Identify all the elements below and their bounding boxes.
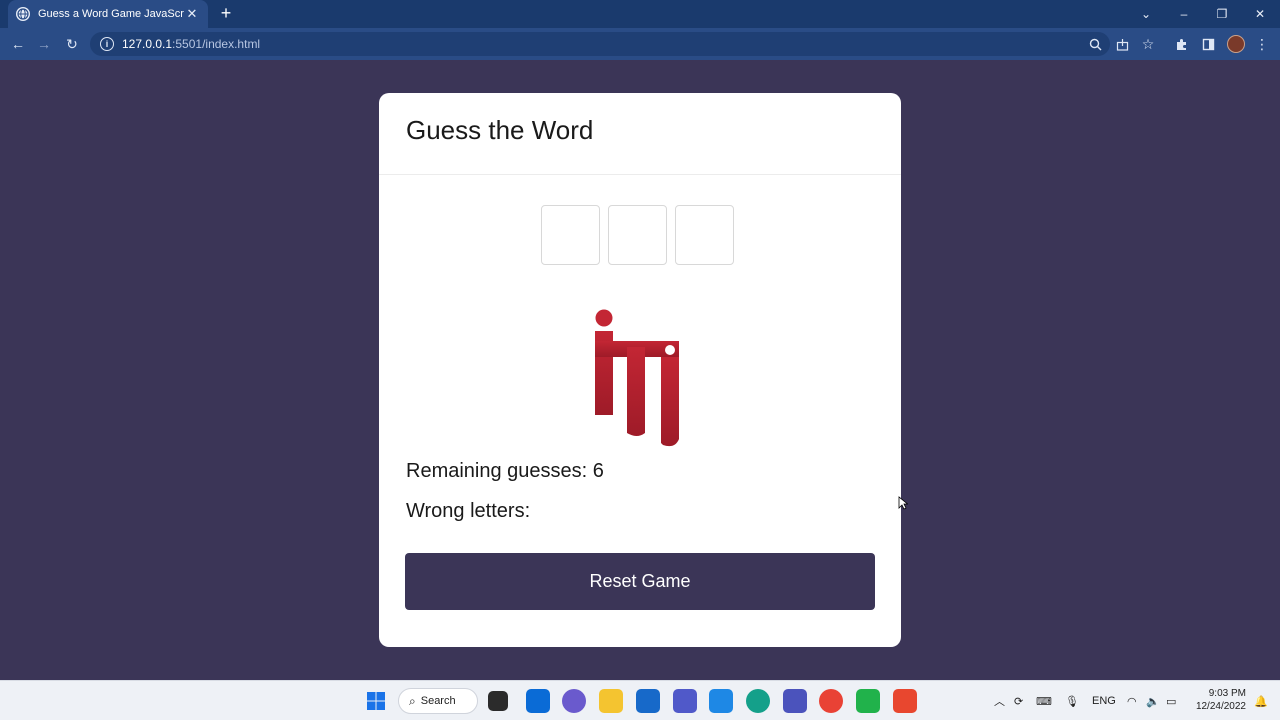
chat-icon[interactable] bbox=[562, 689, 586, 713]
app-red-icon[interactable] bbox=[893, 689, 917, 713]
clock-time: 9:03 PM bbox=[1208, 688, 1246, 699]
browser-toolbar: ← → ↻ i 127.0.0.1:5501/index.html ☆ ⋮ bbox=[0, 28, 1280, 60]
new-tab-button[interactable]: + bbox=[216, 4, 236, 24]
volume-icon[interactable]: 🔈 bbox=[1146, 681, 1160, 720]
widgets-icon[interactable] bbox=[526, 689, 550, 713]
side-panel-icon[interactable] bbox=[1200, 36, 1216, 52]
taskbar-search[interactable]: ⌕ Search bbox=[398, 688, 478, 714]
vscode-icon[interactable] bbox=[709, 689, 733, 713]
keyboard-icon[interactable]: ⌨ bbox=[1036, 681, 1052, 720]
forward-arrow-icon[interactable]: → bbox=[34, 34, 54, 54]
letter-slots bbox=[541, 205, 734, 265]
site-info-icon[interactable]: i bbox=[100, 37, 114, 51]
search-icon: ⌕ bbox=[409, 693, 416, 708]
clock[interactable]: 9:03 PM 12/24/2022 bbox=[1190, 687, 1246, 713]
globe-icon bbox=[16, 7, 30, 21]
close-window-button[interactable]: ✕ bbox=[1242, 0, 1278, 28]
edge-icon[interactable] bbox=[746, 689, 770, 713]
microphone-icon[interactable]: 🎙 bbox=[1065, 681, 1079, 720]
clock-date: 12/24/2022 bbox=[1195, 701, 1246, 712]
reload-icon[interactable]: ↻ bbox=[62, 34, 82, 54]
search-label: Search bbox=[420, 695, 456, 707]
iti-logo bbox=[595, 309, 679, 447]
store-icon[interactable] bbox=[636, 689, 660, 713]
wrong-letters: Wrong letters: bbox=[406, 500, 531, 522]
letter-slot[interactable] bbox=[541, 205, 600, 265]
url-path: :5501/index.html bbox=[172, 37, 261, 51]
logo-stem-t bbox=[627, 347, 645, 436]
back-arrow-icon[interactable]: ← bbox=[8, 34, 28, 54]
reset-game-button[interactable]: Reset Game bbox=[405, 553, 875, 610]
teams-icon[interactable] bbox=[673, 689, 697, 713]
zoom-icon[interactable] bbox=[1087, 36, 1103, 52]
remaining-guesses: Remaining guesses: 6 bbox=[406, 460, 604, 482]
minimize-button[interactable]: – bbox=[1166, 0, 1202, 28]
chrome-icon[interactable] bbox=[819, 689, 843, 713]
logo-dot-j bbox=[665, 345, 675, 355]
tab-close-icon[interactable]: ✕ bbox=[184, 6, 200, 22]
teams-work-icon[interactable] bbox=[783, 689, 807, 713]
sync-icon[interactable]: ⟳ bbox=[1014, 681, 1023, 720]
url-text: 127.0.0.1:5501/index.html bbox=[122, 37, 260, 51]
tray-chevron-icon[interactable]: ︿ bbox=[994, 681, 1005, 720]
browser-tab-bar: Guess a Word Game JavaScript | ✕ + ⌄ – ❐… bbox=[0, 0, 1280, 28]
tab-search-dropdown-icon[interactable]: ⌄ bbox=[1128, 0, 1164, 28]
bookmark-star-icon[interactable]: ☆ bbox=[1140, 36, 1156, 52]
menu-kebab-icon[interactable]: ⋮ bbox=[1254, 36, 1270, 52]
header-divider bbox=[379, 174, 901, 175]
windows-start-icon[interactable] bbox=[364, 689, 388, 713]
file-explorer-icon[interactable] bbox=[599, 689, 623, 713]
browser-tab-active[interactable]: Guess a Word Game JavaScript | ✕ bbox=[8, 0, 208, 28]
tab-title: Guess a Word Game JavaScript | bbox=[38, 8, 184, 20]
restore-button[interactable]: ❐ bbox=[1204, 0, 1240, 28]
wifi-icon[interactable]: ◠ bbox=[1127, 681, 1137, 720]
extensions-puzzle-icon[interactable] bbox=[1173, 36, 1189, 52]
os-taskbar: ⌕ Search ︿ ⟳ ⌨ 🎙 ENG ◠ 🔈 ▭ 9:03 PM 12/24… bbox=[0, 680, 1280, 720]
profile-avatar[interactable] bbox=[1227, 35, 1245, 53]
battery-icon[interactable]: ▭ bbox=[1166, 681, 1176, 720]
letter-slot[interactable] bbox=[608, 205, 667, 265]
notification-bell-icon[interactable]: 🔔 bbox=[1254, 681, 1268, 720]
page-title: Guess the Word bbox=[406, 115, 594, 145]
app-green-icon[interactable] bbox=[856, 689, 880, 713]
logo-stem-j bbox=[661, 357, 679, 447]
mouse-cursor-icon bbox=[898, 496, 908, 510]
task-view-icon[interactable] bbox=[488, 691, 508, 711]
logo-dot-i bbox=[595, 309, 613, 327]
game-card: Guess the Word Remaining guesses: 6 Wron… bbox=[379, 93, 901, 647]
share-icon[interactable] bbox=[1114, 36, 1130, 52]
letter-slot[interactable] bbox=[675, 205, 734, 265]
url-host: 127.0.0.1 bbox=[122, 37, 173, 51]
address-bar[interactable]: i 127.0.0.1:5501/index.html bbox=[90, 32, 1110, 56]
language-indicator[interactable]: ENG bbox=[1092, 681, 1116, 720]
